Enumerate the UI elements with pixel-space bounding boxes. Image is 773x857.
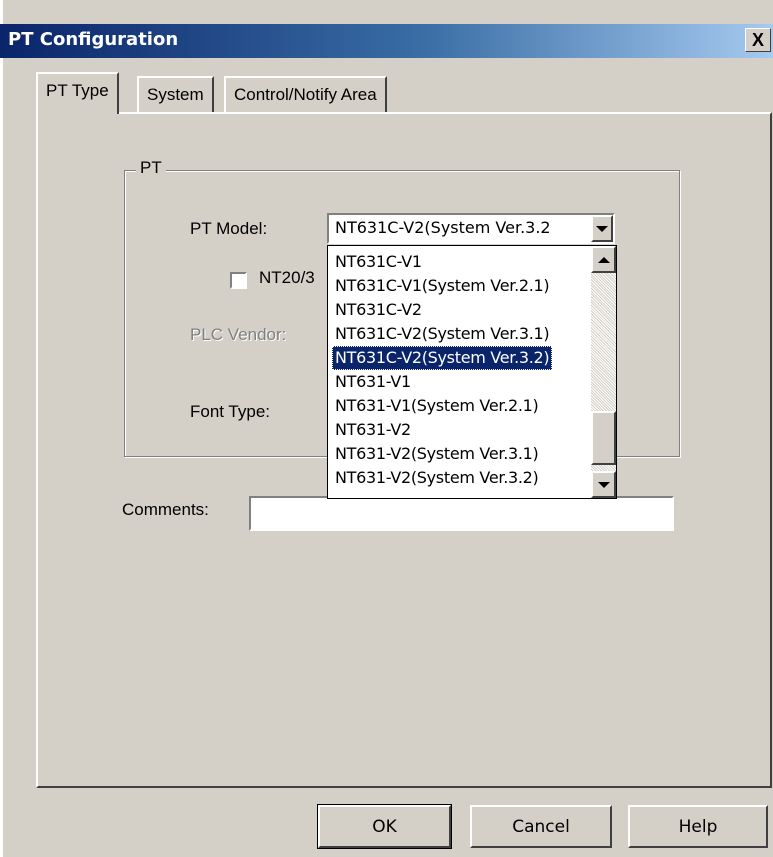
arrow-down-icon [598, 482, 610, 488]
comments-label: Comments: [122, 500, 209, 519]
pt-group-title: PT [136, 158, 166, 178]
comments-input[interactable] [249, 496, 674, 531]
close-button[interactable]: X [745, 28, 771, 52]
tab-system[interactable]: System [137, 76, 214, 112]
tab-label: PT Type [46, 81, 109, 100]
list-item[interactable]: NT631-V2(System Ver.3.1) [332, 442, 541, 466]
tab-label: System [147, 85, 204, 104]
list-item[interactable]: NT631C-V1(System Ver.2.1) [332, 274, 552, 298]
scroll-up-button[interactable] [591, 246, 616, 273]
list-item[interactable]: NT631-V1(System Ver.2.1) [332, 394, 541, 418]
chevron-down-icon [596, 226, 608, 232]
list-item[interactable]: NT631C-V1 [332, 250, 425, 274]
pt-model-select[interactable]: NT631C-V2(System Ver.3.2 [327, 213, 615, 244]
cancel-button-label: Cancel [512, 817, 570, 837]
nt20-checkbox[interactable] [230, 272, 247, 289]
window-title: PT Configuration [8, 29, 179, 50]
tab-label: Control/Notify Area [234, 85, 377, 104]
list-item[interactable]: NT631-V2 [332, 418, 414, 442]
list-item[interactable]: NT631-V1 [332, 370, 414, 394]
pt-model-value: NT631C-V2(System Ver.3.2 [335, 218, 551, 237]
font-type-label: Font Type: [190, 402, 271, 421]
scrollbar[interactable] [591, 246, 616, 498]
plc-vendor-label: PLC Vendor: [190, 325, 287, 344]
cancel-button[interactable]: Cancel [470, 805, 612, 848]
list-item[interactable]: NT631-V2(System Ver.3.2) [332, 466, 541, 490]
scroll-down-button[interactable] [591, 471, 616, 498]
ok-button[interactable]: OK [317, 804, 452, 849]
pt-model-dropdown-list[interactable]: NT631C-V1 NT631C-V1(System Ver.2.1) NT63… [327, 245, 617, 499]
pt-model-label: PT Model: [190, 219, 268, 238]
nt20-checkbox-label: NT20/3 [259, 268, 315, 287]
list-item[interactable]: NT631C-V2 [332, 298, 425, 322]
title-bar[interactable]: PT Configuration X [0, 24, 773, 58]
window-frame [0, 0, 3, 857]
close-icon: X [751, 30, 764, 50]
ok-button-label: OK [372, 817, 397, 837]
tab-control-notify-area[interactable]: Control/Notify Area [224, 76, 387, 112]
arrow-up-icon [598, 257, 610, 263]
list-item-selected[interactable]: NT631C-V2(System Ver.3.2) [332, 346, 553, 370]
help-button[interactable]: Help [628, 805, 768, 848]
tab-pt-type[interactable]: PT Type [36, 72, 119, 114]
dropdown-button[interactable] [591, 215, 613, 242]
help-button-label: Help [678, 817, 718, 837]
list-item[interactable]: NT631C-V2(System Ver.3.1) [332, 322, 552, 346]
scroll-thumb[interactable] [591, 411, 616, 465]
